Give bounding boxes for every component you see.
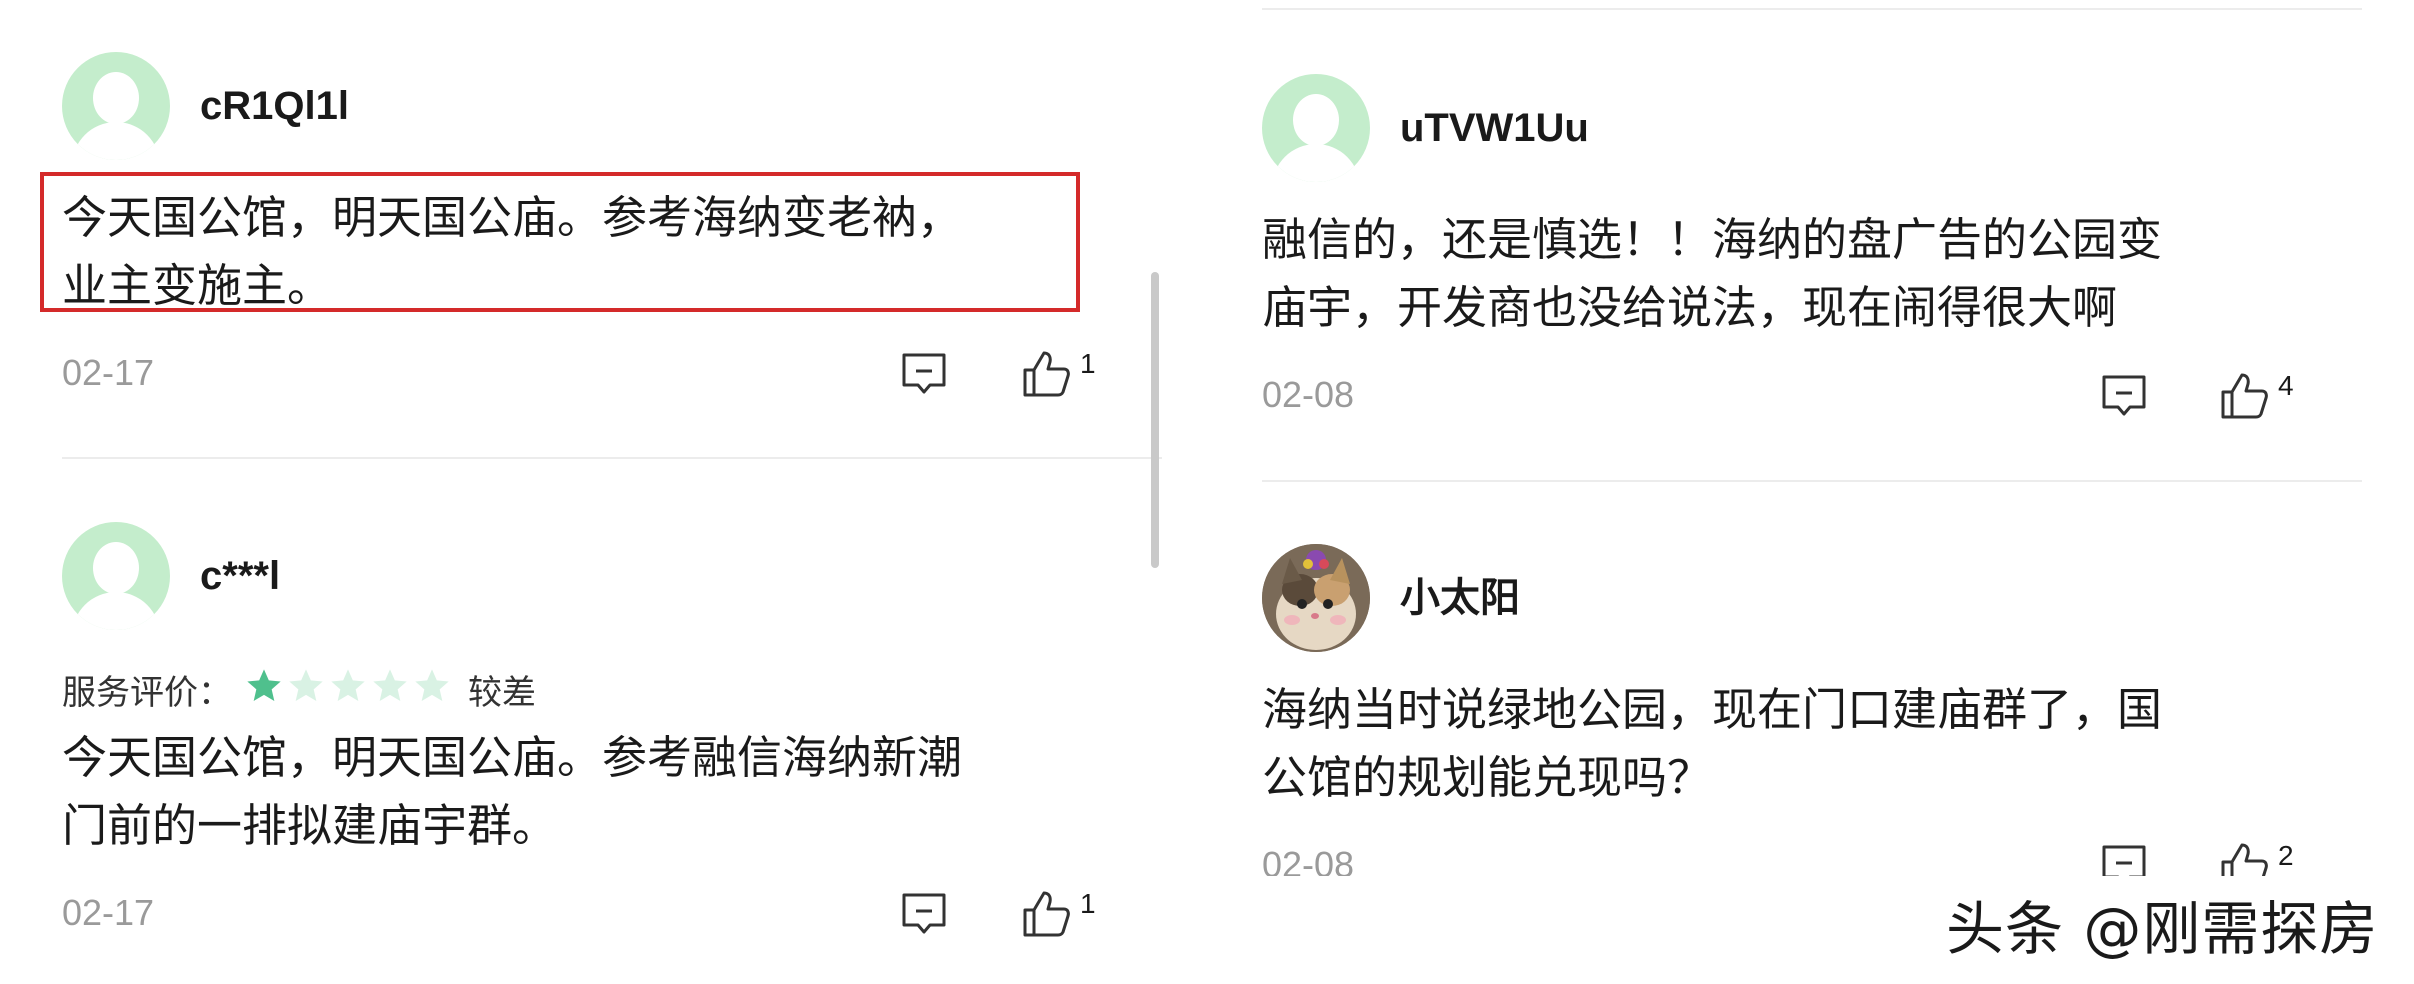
comment-line: 今天国公馆，明天国公庙。参考海纳变老衲，	[62, 191, 963, 244]
avatar[interactable]	[1262, 74, 1370, 182]
comment-reply-icon[interactable]	[900, 892, 948, 936]
star-empty-icon	[331, 669, 365, 701]
comment-line: 公馆的规划能兑现吗？	[1262, 751, 1713, 804]
divider	[1262, 8, 2362, 10]
comment-line: 业主变施主。	[62, 259, 333, 312]
username[interactable]: uTVW1Uu	[1400, 108, 1589, 148]
cat-avatar-image	[1262, 544, 1370, 652]
avatar[interactable]	[62, 52, 170, 160]
comment-footer-clipped: 02-08 2	[1262, 840, 2362, 876]
comment-text: 融信的，还是慎选！！海纳的盘广告的公园变 庙宇，开发商也没给说法，现在闹得很大啊	[1262, 206, 2162, 342]
watermark: 头条 @刚需探房	[1946, 895, 2379, 963]
avatar[interactable]	[62, 522, 170, 630]
like-count: 4	[2278, 370, 2294, 401]
rating-label: 服务评价：	[62, 673, 232, 713]
rating-text: 较差	[468, 673, 536, 713]
username[interactable]: 小太阳	[1400, 578, 1520, 618]
like-count: 1	[1080, 888, 1096, 919]
comment-date: 02-17	[62, 892, 155, 933]
divider	[62, 457, 1162, 459]
comment-text: 海纳当时说绿地公园，现在门口建庙群了，国 公馆的规划能兑现吗？	[1262, 676, 2162, 812]
scrollbar[interactable]	[1151, 272, 1159, 568]
username[interactable]: c***l	[200, 556, 280, 596]
thumbs-up-icon[interactable]	[1022, 350, 1072, 398]
thumbs-up-icon[interactable]	[1022, 890, 1072, 938]
comment-line: 融信的，还是慎选！！海纳的盘广告的公园变	[1262, 213, 2163, 266]
comment-text: 今天国公馆，明天国公庙。参考融信海纳新潮 门前的一排拟建庙宇群。	[62, 724, 962, 860]
star-filled-icon	[247, 669, 281, 701]
comment-date: 02-17	[62, 352, 155, 393]
comment-reply-icon[interactable]	[2100, 374, 2148, 418]
username[interactable]: cR1Ql1l	[200, 86, 349, 126]
thumbs-up-icon[interactable]	[2220, 372, 2270, 420]
comment-line: 庙宇，开发商也没给说法，现在闹得很大啊	[1262, 281, 2118, 334]
comment-date: 02-08	[1262, 844, 1355, 876]
comment-text: 今天国公馆，明天国公庙。参考海纳变老衲， 业主变施主。	[62, 184, 962, 320]
cat-avatar[interactable]	[1262, 544, 1370, 652]
comment-date: 02-08	[1262, 374, 1355, 415]
star-empty-icon	[373, 669, 407, 701]
comment-line: 海纳当时说绿地公园，现在门口建庙群了，国	[1262, 683, 2163, 736]
comment-line: 今天国公馆，明天国公庙。参考融信海纳新潮	[62, 731, 963, 784]
rating-stars	[244, 666, 454, 706]
comment-reply-icon[interactable]	[2100, 844, 2148, 876]
star-empty-icon	[289, 669, 323, 701]
like-count: 1	[1080, 348, 1096, 379]
thumbs-up-icon[interactable]	[2220, 842, 2270, 876]
divider	[1262, 480, 2362, 482]
comment-reply-icon[interactable]	[900, 352, 948, 396]
comment-line: 门前的一排拟建庙宇群。	[62, 799, 558, 852]
like-count: 2	[2278, 840, 2294, 871]
star-empty-icon	[415, 669, 449, 701]
